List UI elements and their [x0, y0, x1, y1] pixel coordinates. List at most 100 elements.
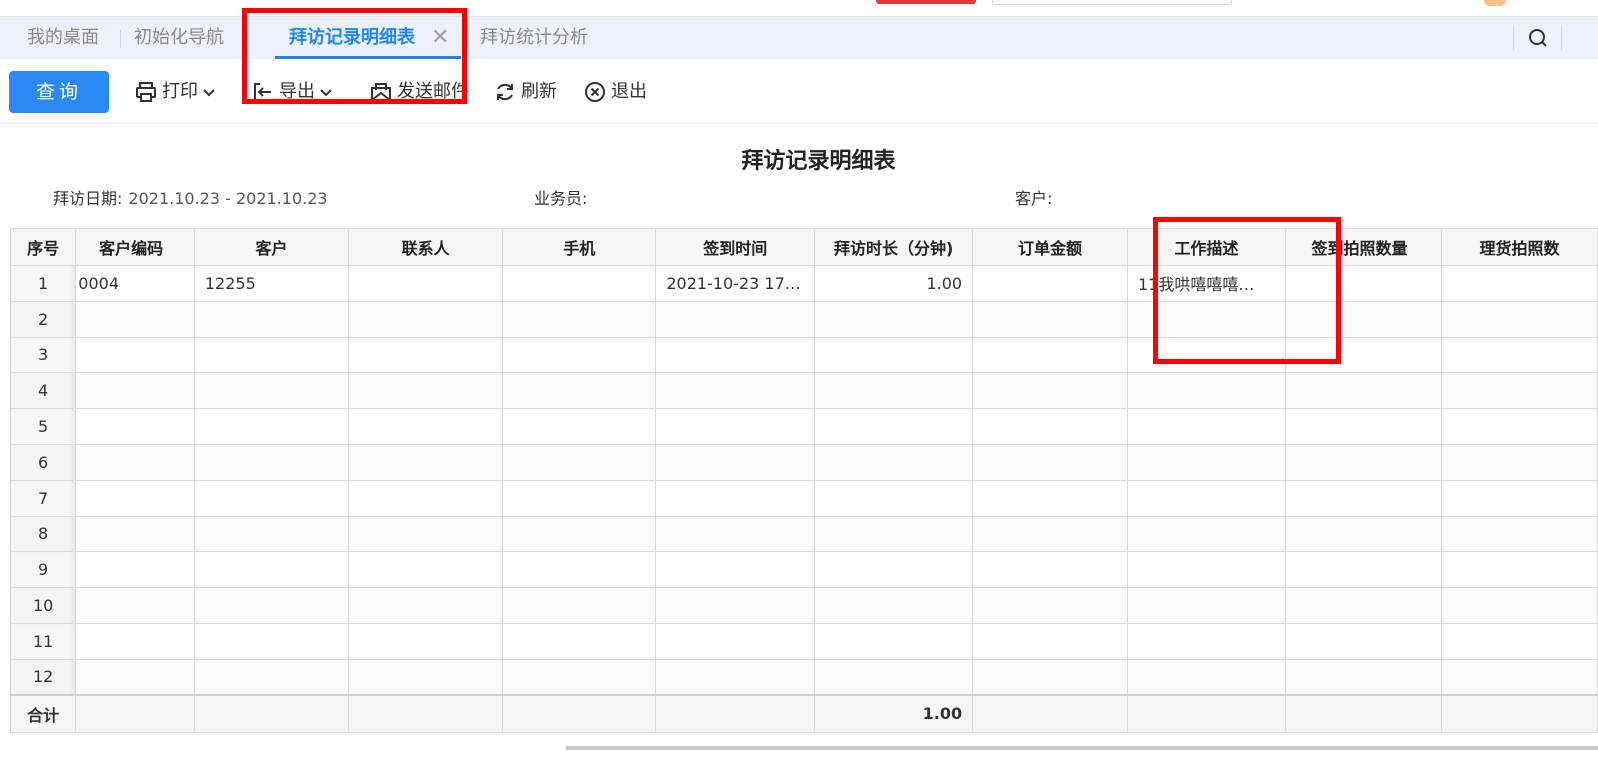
table-cell[interactable]: 1.00: [814, 265, 974, 302]
table-cell[interactable]: [1284, 372, 1443, 410]
table-cell[interactable]: [75, 300, 195, 338]
table-cell[interactable]: [193, 587, 350, 624]
table-cell[interactable]: [75, 479, 195, 517]
table-cell[interactable]: [655, 300, 816, 338]
column-header[interactable]: 拜访时长（分钟): [814, 228, 974, 266]
table-cell[interactable]: [655, 372, 816, 410]
column-header[interactable]: 联系人: [348, 228, 504, 266]
table-cell[interactable]: [1127, 479, 1286, 517]
table-cell[interactable]: [1284, 300, 1443, 338]
table-cell[interactable]: [814, 408, 974, 445]
table-cell[interactable]: [1284, 515, 1443, 553]
user-avatar[interactable]: [1484, 0, 1506, 6]
tab-close-icon[interactable]: ✕: [431, 17, 449, 59]
table-cell[interactable]: [1284, 587, 1443, 624]
table-cell[interactable]: [75, 408, 195, 445]
table-cell[interactable]: [1284, 443, 1443, 481]
table-cell[interactable]: [972, 479, 1129, 517]
table-cell[interactable]: [502, 587, 657, 624]
table-cell[interactable]: [502, 265, 657, 302]
table-cell[interactable]: [75, 587, 195, 624]
table-cell[interactable]: [814, 622, 974, 660]
column-header[interactable]: 工作描述: [1127, 228, 1286, 266]
table-cell[interactable]: [502, 336, 657, 374]
table-row[interactable]: 4: [9, 372, 1598, 410]
table-cell[interactable]: [193, 658, 350, 696]
horizontal-scrollbar[interactable]: [566, 746, 1598, 750]
table-cell[interactable]: [1441, 551, 1598, 589]
table-row[interactable]: 2: [9, 300, 1598, 338]
table-row[interactable]: 1 0004 12255 2021-10-23 17… 1.00 11我哄嘻嘻嘻…: [9, 265, 1598, 302]
table-row[interactable]: 9: [9, 551, 1598, 589]
table-cell[interactable]: [348, 658, 504, 696]
table-row[interactable]: 6: [9, 443, 1598, 481]
table-cell[interactable]: [814, 336, 974, 374]
table-cell[interactable]: [1127, 372, 1286, 410]
table-cell[interactable]: [655, 336, 816, 374]
table-cell[interactable]: [193, 515, 350, 553]
table-cell[interactable]: [972, 622, 1129, 660]
table-cell[interactable]: [814, 587, 974, 624]
table-cell[interactable]: [814, 658, 974, 696]
table-cell[interactable]: [972, 300, 1129, 338]
table-cell[interactable]: [193, 408, 350, 445]
table-cell[interactable]: [1284, 658, 1443, 696]
table-cell[interactable]: [655, 443, 816, 481]
column-header[interactable]: 客户编码: [75, 228, 195, 266]
table-cell[interactable]: [1441, 658, 1598, 696]
table-cell[interactable]: [1127, 336, 1286, 374]
top-red-button[interactable]: [876, 0, 976, 4]
column-header[interactable]: 订单金额: [972, 228, 1129, 266]
table-cell[interactable]: [814, 479, 974, 517]
table-cell[interactable]: [1127, 551, 1286, 589]
table-cell[interactable]: [655, 551, 816, 589]
table-cell[interactable]: [972, 265, 1129, 302]
column-header[interactable]: 签到拍照数量: [1284, 228, 1443, 266]
table-row[interactable]: 7: [9, 479, 1598, 517]
table-row[interactable]: 11: [9, 622, 1598, 660]
column-header[interactable]: 客户: [193, 228, 350, 266]
table-cell[interactable]: [193, 443, 350, 481]
table-cell[interactable]: [75, 658, 195, 696]
table-cell[interactable]: [1284, 551, 1443, 589]
table-cell[interactable]: [502, 408, 657, 445]
table-cell[interactable]: [1127, 443, 1286, 481]
column-header[interactable]: 手机: [502, 228, 657, 266]
table-cell[interactable]: [1284, 622, 1443, 660]
table-cell[interactable]: [1441, 408, 1598, 445]
table-cell[interactable]: [1127, 587, 1286, 624]
table-cell[interactable]: [1284, 479, 1443, 517]
refresh-button[interactable]: 刷新: [493, 71, 557, 113]
table-cell[interactable]: [814, 443, 974, 481]
table-cell[interactable]: [655, 587, 816, 624]
table-cell[interactable]: [348, 408, 504, 445]
table-row[interactable]: 8: [9, 515, 1598, 553]
table-cell[interactable]: [655, 622, 816, 660]
table-cell[interactable]: [502, 372, 657, 410]
table-cell[interactable]: [348, 372, 504, 410]
send-email-button[interactable]: 发送邮件: [369, 71, 469, 113]
table-cell[interactable]: [348, 336, 504, 374]
table-cell[interactable]: [655, 408, 816, 445]
table-cell[interactable]: [502, 515, 657, 553]
table-row[interactable]: 12: [9, 658, 1598, 696]
table-cell[interactable]: 11我哄嘻嘻嘻…: [1127, 265, 1286, 302]
table-cell[interactable]: 0004: [75, 265, 195, 302]
table-cell[interactable]: [75, 372, 195, 410]
table-cell[interactable]: 2021-10-23 17…: [655, 265, 816, 302]
table-cell[interactable]: [75, 551, 195, 589]
table-cell[interactable]: [1441, 479, 1598, 517]
table-cell[interactable]: [1441, 300, 1598, 338]
table-cell[interactable]: [1441, 622, 1598, 660]
table-cell[interactable]: [1441, 265, 1598, 302]
table-cell[interactable]: [1127, 658, 1286, 696]
tab-visit-record-detail[interactable]: 拜访记录明细表: [289, 17, 415, 59]
table-cell[interactable]: [972, 551, 1129, 589]
export-button[interactable]: 导出: [251, 71, 338, 113]
table-cell[interactable]: [348, 300, 504, 338]
table-cell[interactable]: [1284, 336, 1443, 374]
table-cell[interactable]: [193, 336, 350, 374]
table-cell[interactable]: [814, 300, 974, 338]
print-button[interactable]: 打印: [134, 71, 221, 113]
column-header[interactable]: 序号: [9, 228, 77, 266]
